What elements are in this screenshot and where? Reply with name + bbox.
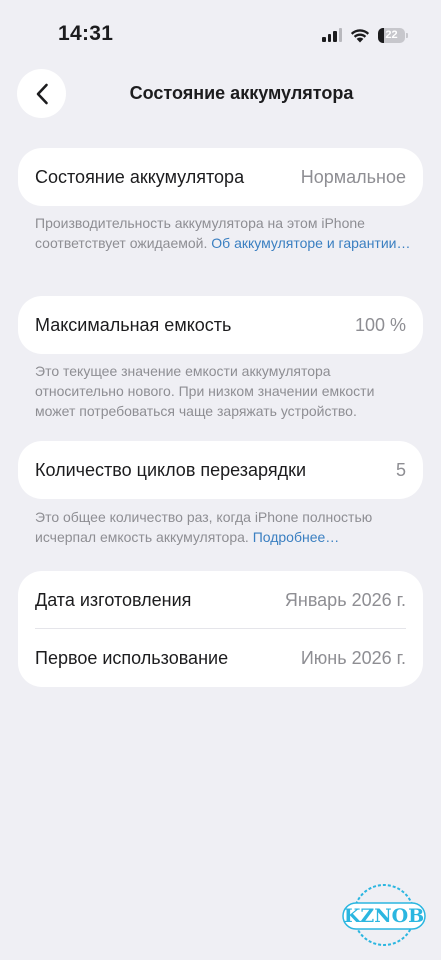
chevron-left-icon — [36, 83, 48, 104]
cycle-count-label: Количество циклов перезарядки — [35, 459, 307, 480]
cycle-count-row: Количество циклов перезарядки 5 — [18, 441, 423, 499]
first-use-value: Июнь 2026 г. — [300, 647, 406, 668]
learn-more-link[interactable]: Подробнее… — [253, 529, 340, 545]
battery-health-footnote: Производительность аккумулятора на этом … — [35, 213, 415, 253]
max-capacity-label: Максимальная емкость — [35, 314, 232, 335]
battery-health-row: Состояние аккумулятора Нормальное — [18, 148, 423, 206]
cellular-signal-icon — [322, 28, 342, 42]
status-icons: 22 — [322, 25, 408, 45]
page-title: Состояние аккумулятора — [129, 83, 354, 103]
max-capacity-note: Это текущее значение емкости аккумулятор… — [35, 363, 375, 419]
cycle-count-footnote: Это общее количество раз, когда iPhone п… — [35, 507, 415, 547]
wifi-icon — [350, 28, 370, 42]
manufacture-date-label: Дата изготовления — [35, 589, 192, 610]
dates-card: Дата изготовления Январь 2026 г. Первое … — [18, 571, 423, 687]
cycle-count-value: 5 — [395, 459, 406, 480]
manufacture-date-row: Дата изготовления Январь 2026 г. — [18, 571, 423, 629]
battery-health-card: Состояние аккумулятора Нормальное — [18, 148, 423, 206]
cycle-count-card: Количество циклов перезарядки 5 — [18, 441, 423, 499]
navigation-bar: Состояние аккумулятора — [0, 64, 441, 124]
battery-health-label: Состояние аккумулятора — [35, 166, 245, 187]
max-capacity-value: 100 % — [354, 314, 406, 335]
back-button[interactable] — [17, 69, 66, 118]
status-time: 14:31 — [58, 22, 114, 45]
max-capacity-row: Максимальная емкость 100 % — [18, 296, 423, 354]
first-use-row: Первое использование Июнь 2026 г. — [18, 629, 423, 687]
first-use-label: Первое использование — [35, 647, 229, 668]
battery-icon: 22 — [378, 27, 408, 43]
battery-percent: 22 — [385, 29, 398, 41]
status-bar: 14:31 22 — [0, 0, 441, 64]
max-capacity-footnote: Это текущее значение емкости аккумулятор… — [35, 361, 415, 421]
max-capacity-card: Максимальная емкость 100 % — [18, 296, 423, 354]
watermark-logo: KZNOB — [342, 884, 426, 946]
battery-warranty-link[interactable]: Об аккумуляторе и гарантии… — [211, 235, 410, 251]
svg-text:KZNOB: KZNOB — [344, 905, 424, 927]
battery-health-value: Нормальное — [300, 166, 406, 187]
manufacture-date-value: Январь 2026 г. — [284, 589, 406, 610]
